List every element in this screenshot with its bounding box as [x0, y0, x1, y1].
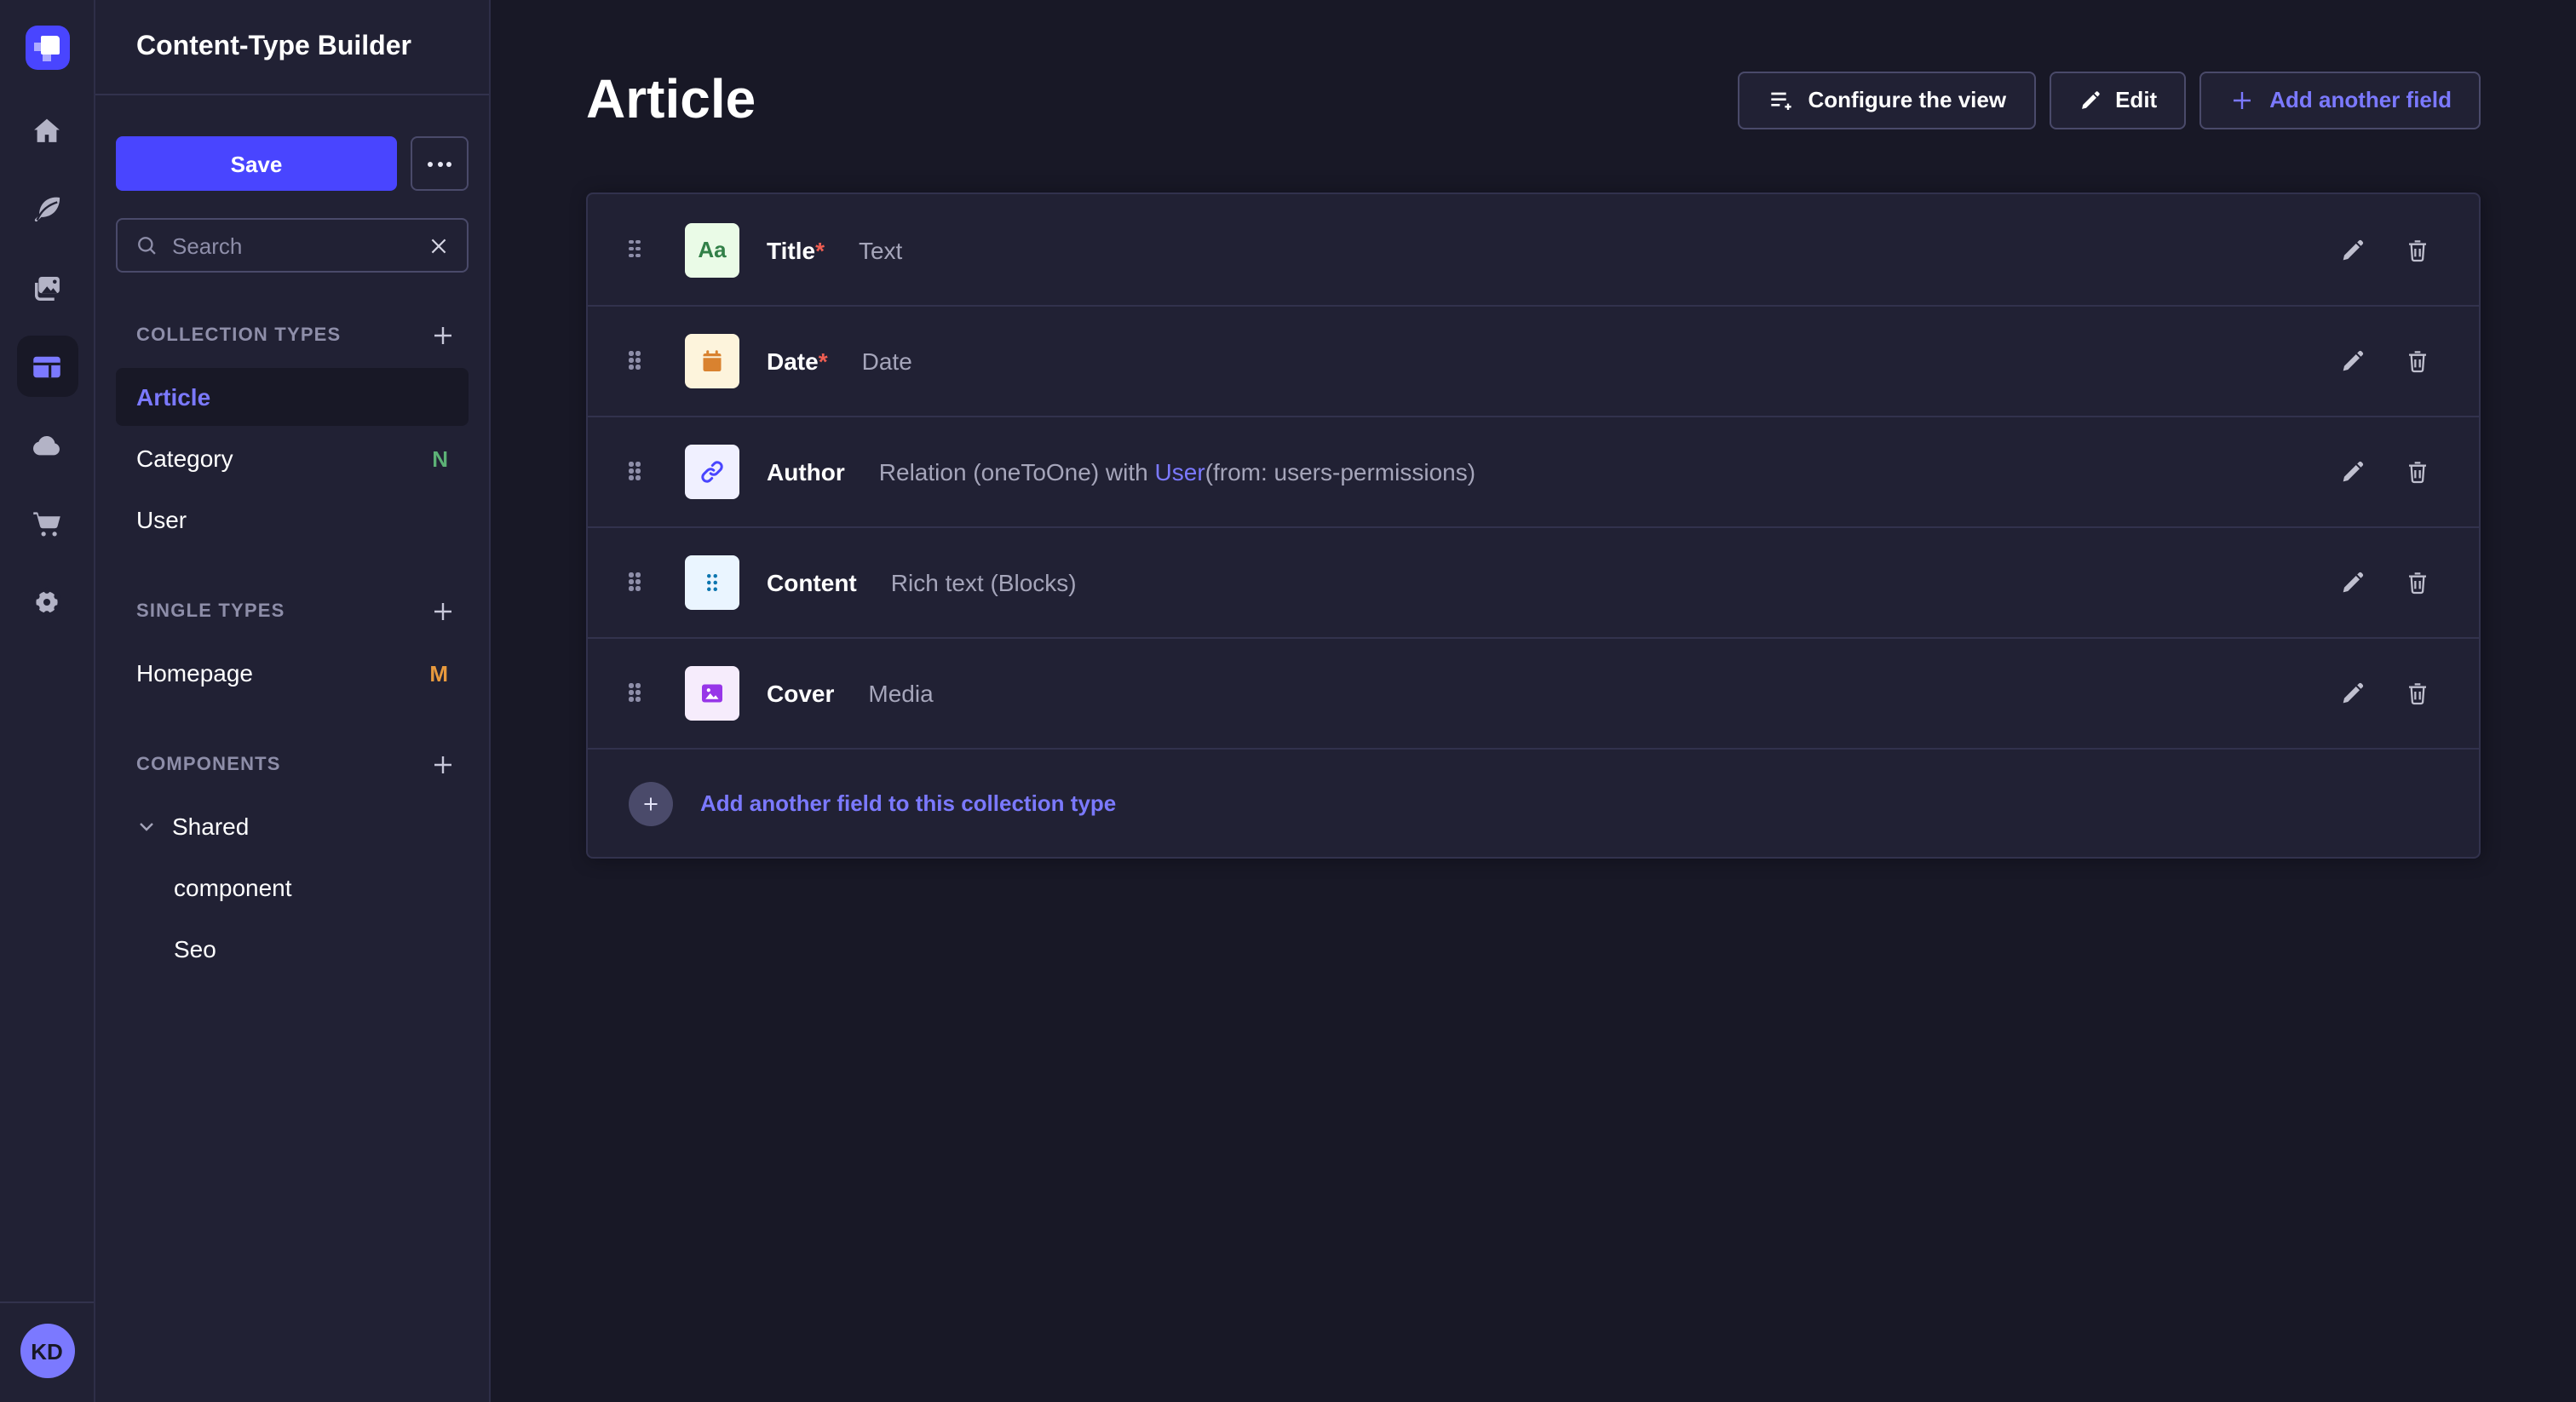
page-title: Article	[586, 68, 756, 131]
save-button[interactable]: Save	[116, 136, 397, 191]
cart-icon[interactable]	[16, 492, 78, 554]
table-row-title: Aa Title* Text	[588, 194, 2479, 305]
section-label: SINGLE TYPES	[136, 601, 285, 622]
add-field-to-collection-button[interactable]: Add another field to this collection typ…	[588, 748, 2479, 857]
field-name: Author	[767, 458, 845, 486]
relation-field-icon	[685, 445, 739, 499]
field-name: Date*	[767, 348, 828, 375]
chevron-down-icon	[136, 816, 157, 836]
rail-footer: KD	[0, 1301, 94, 1402]
edit-button[interactable]: Edit	[2049, 71, 2186, 129]
sidebar-item-article[interactable]: Article	[116, 368, 469, 426]
blocks-field-icon	[685, 555, 739, 610]
field-type: Relation (oneToOne) with User(from: user…	[879, 458, 1475, 486]
field-name: Cover	[767, 680, 834, 707]
cloud-icon[interactable]	[16, 414, 78, 475]
configure-view-button[interactable]: Configure the view	[1739, 71, 2036, 129]
add-field-link-label: Add another field to this collection typ…	[700, 790, 1116, 816]
content-type-builder-app: KD Content-Type Builder Save	[0, 0, 2576, 1402]
delete-field-icon[interactable]	[2404, 458, 2431, 486]
delete-field-icon[interactable]	[2404, 236, 2431, 263]
delete-field-icon[interactable]	[2404, 680, 2431, 707]
feather-icon[interactable]	[16, 179, 78, 240]
plugin-header: Content-Type Builder	[95, 0, 489, 95]
edit-field-icon[interactable]	[2339, 348, 2366, 375]
section-components: COMPONENTS Shared component	[116, 746, 469, 978]
field-type: Media	[868, 680, 933, 707]
section-label: COLLECTION TYPES	[136, 325, 341, 346]
plugin-title: Content-Type Builder	[136, 32, 411, 62]
plugin-sidebar: Content-Type Builder Save COLLECTION TYP…	[95, 0, 491, 1402]
search-input[interactable]	[172, 233, 414, 258]
add-collection-type-button[interactable]	[424, 317, 462, 354]
main-content: Article Configure the view Edit	[491, 0, 2576, 1402]
user-link[interactable]: User	[1155, 458, 1205, 486]
fields-table: Aa Title* Text Date* Date	[586, 192, 2481, 859]
field-type: Date	[862, 348, 912, 375]
date-field-icon	[685, 334, 739, 388]
search-icon	[135, 233, 158, 257]
home-icon[interactable]	[16, 101, 78, 162]
field-name: Content	[767, 569, 857, 596]
drag-handle-icon[interactable]	[629, 462, 649, 482]
plus-circle-icon	[629, 781, 673, 825]
edit-field-icon[interactable]	[2339, 569, 2366, 596]
edit-field-icon[interactable]	[2339, 236, 2366, 263]
sidebar-item-user[interactable]: User	[116, 491, 469, 549]
clear-search-icon[interactable]	[428, 234, 450, 256]
section-single-types: SINGLE TYPES Homepage M	[116, 593, 469, 702]
drag-handle-icon[interactable]	[629, 683, 649, 704]
plus-icon	[2228, 86, 2256, 113]
add-single-type-button[interactable]	[424, 593, 462, 630]
configure-view-icon	[1768, 86, 1795, 113]
drag-handle-icon[interactable]	[629, 351, 649, 371]
sidebar-item-homepage[interactable]: Homepage M	[116, 644, 469, 702]
field-type: Text	[859, 236, 902, 263]
status-badge-modified: M	[429, 660, 448, 686]
sidebar-item-component[interactable]: component	[116, 859, 469, 916]
sidebar-item-seo[interactable]: Seo	[116, 920, 469, 978]
section-collection-types: COLLECTION TYPES Article Category N User	[116, 317, 469, 549]
drag-handle-icon[interactable]	[629, 572, 649, 593]
status-badge-new: N	[432, 445, 448, 471]
drag-handle-icon[interactable]	[629, 239, 649, 260]
settings-icon[interactable]	[16, 571, 78, 632]
table-row-content: Content Rich text (Blocks)	[588, 526, 2479, 637]
content-type-builder-icon[interactable]	[16, 336, 78, 397]
field-name: Title*	[767, 236, 825, 263]
user-avatar[interactable]: KD	[20, 1324, 74, 1378]
sidebar-item-category[interactable]: Category N	[116, 429, 469, 487]
search-box	[116, 218, 469, 273]
media-library-icon[interactable]	[16, 257, 78, 319]
text-field-icon: Aa	[685, 222, 739, 277]
field-type: Rich text (Blocks)	[891, 569, 1077, 596]
edit-field-icon[interactable]	[2339, 458, 2366, 486]
sidebar-group-shared[interactable]: Shared	[116, 797, 469, 855]
delete-field-icon[interactable]	[2404, 569, 2431, 596]
table-row-date: Date* Date	[588, 305, 2479, 416]
delete-field-icon[interactable]	[2404, 348, 2431, 375]
add-another-field-button[interactable]: Add another field	[2199, 71, 2481, 129]
table-row-cover: Cover Media	[588, 637, 2479, 748]
strapi-logo	[25, 26, 69, 70]
section-label: COMPONENTS	[136, 755, 281, 775]
more-options-button[interactable]	[411, 136, 469, 191]
media-field-icon	[685, 666, 739, 721]
add-component-button[interactable]	[424, 746, 462, 784]
main-nav-rail: KD	[0, 0, 95, 1402]
edit-field-icon[interactable]	[2339, 680, 2366, 707]
pencil-icon	[2078, 88, 2102, 112]
table-row-author: Author Relation (oneToOne) with User(fro…	[588, 416, 2479, 526]
